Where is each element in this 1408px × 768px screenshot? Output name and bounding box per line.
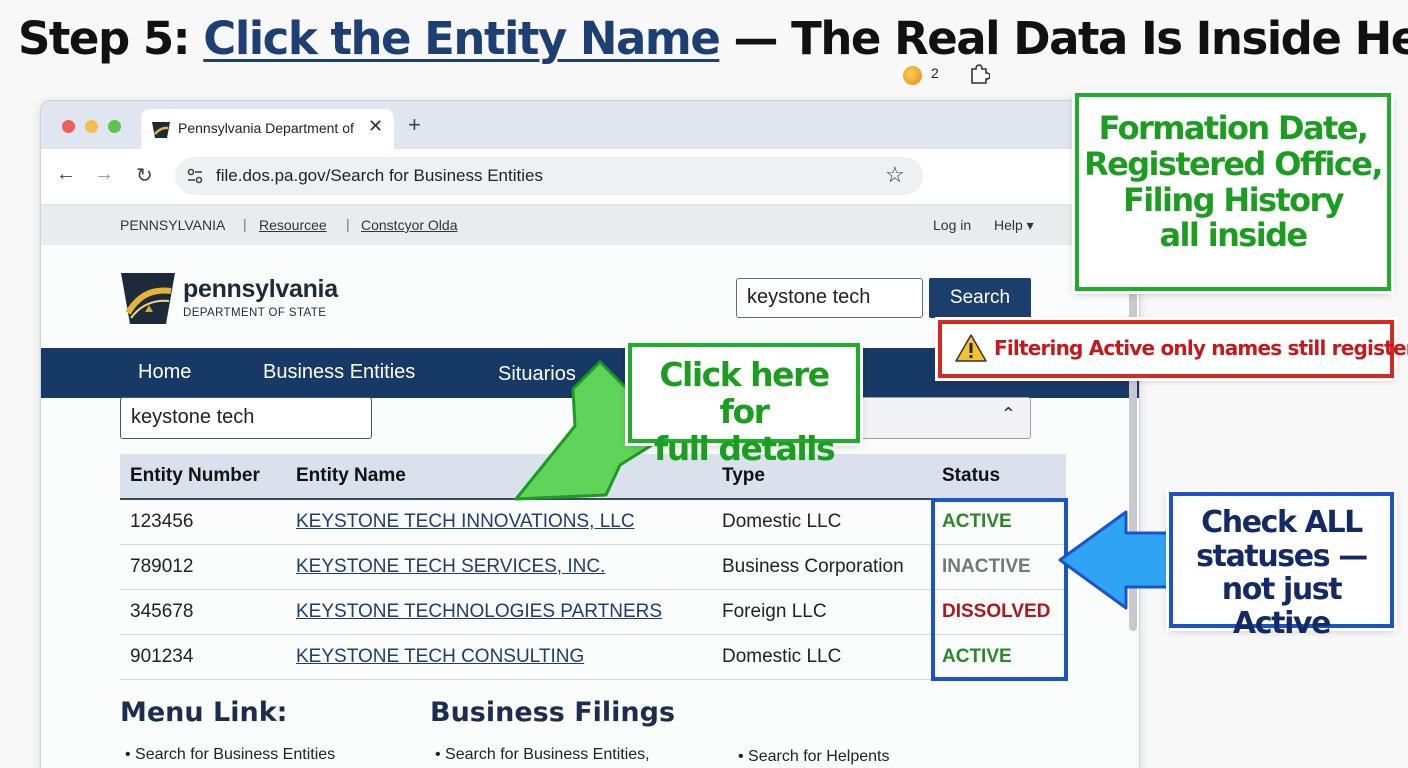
utility-link-resources[interactable]: Resourcee	[259, 217, 327, 233]
nav-item-situarios[interactable]: Situarios ⌄	[498, 361, 598, 386]
entity-name-cell: KEYSTONE TECH CONSULTING	[286, 634, 712, 680]
tab-pennsylvania[interactable]: Pennsylvania Department of State ✕	[141, 109, 394, 149]
chevron-up-icon: ⌃	[1000, 404, 1016, 424]
callout-line: Registered Office,	[1084, 144, 1383, 183]
nav-item-business-entities[interactable]: Business Entities	[263, 361, 415, 384]
menu-link-heading: Menu Link:	[120, 697, 288, 728]
entity-number-cell: 789012	[120, 544, 286, 590]
entity-number-cell: 123456	[120, 499, 286, 545]
search-button[interactable]: Search	[929, 278, 1031, 318]
callout-line: full details	[653, 428, 836, 468]
callout-line: not just Active	[1221, 572, 1343, 641]
back-icon[interactable]: ←	[56, 163, 76, 186]
headline-link-text: Click the Entity Name	[203, 12, 721, 65]
entity-name-cell: KEYSTONE TECHNOLOGIES PARTNERS	[286, 589, 712, 635]
bookmark-star-icon[interactable]: ☆	[885, 162, 905, 188]
help-menu[interactable]: Help ▾	[994, 217, 1034, 234]
entity-number-cell: 345678	[120, 589, 286, 635]
callout-line: Formation Date,	[1098, 109, 1369, 147]
entity-name-link[interactable]: KEYSTONE TECHNOLOGIES PARTNERS	[296, 601, 662, 622]
column-header-entity-number[interactable]: Entity Number	[120, 454, 286, 500]
login-link[interactable]: Log in	[933, 217, 971, 233]
entity-name-link[interactable]: KEYSTONE TECH CONSULTING	[296, 646, 584, 667]
close-tab-icon[interactable]: ✕	[368, 116, 383, 137]
entity-type-cell: Domestic LLC	[712, 499, 932, 545]
entity-number-cell: 901234	[120, 634, 286, 680]
keystone-favicon-icon	[152, 122, 170, 138]
warning-callout: Filtering Active only names still regist…	[938, 320, 1408, 378]
puzzle-extensions-icon[interactable]	[968, 63, 990, 85]
filter-select[interactable]: ⌃	[856, 397, 1031, 439]
business-filings-heading: Business Filings	[430, 697, 676, 728]
entity-name-cell: KEYSTONE TECH INNOVATIONS, LLC	[286, 499, 712, 545]
utility-link-contact[interactable]: Constcyor Olda	[361, 217, 457, 233]
headline: Step 5: Click the Entity Name — The Real…	[18, 12, 1408, 65]
table-row: 789012 KEYSTONE TECH SERVICES, INC. Busi…	[120, 544, 1066, 590]
results-table: Entity Number Entity Name Type Status 12…	[120, 454, 1066, 680]
entity-type-cell: Domestic LLC	[712, 634, 932, 680]
warning-icon	[955, 334, 987, 362]
extension-count-badge: 2	[931, 65, 939, 81]
maximize-window-dot[interactable]	[108, 120, 121, 133]
utility-bar: PENNSYLVANIA | Resourcee | Constcyor Old…	[41, 205, 1139, 245]
filter-input[interactable]: keystone tech	[120, 397, 372, 439]
utility-state: PENNSYLVANIA	[120, 217, 226, 233]
click-here-callout: Click here for full details	[628, 343, 860, 467]
headline-suffix: — The Real Data Is Inside Here	[719, 12, 1408, 65]
pennsylvania-keystone-logo-icon	[121, 273, 175, 324]
entity-name-cell: KEYSTONE TECH SERVICES, INC.	[286, 544, 712, 590]
table-row: 901234 KEYSTONE TECH CONSULTING Domestic…	[120, 634, 1066, 680]
coin-extension-icon[interactable]	[903, 66, 922, 85]
tab-title: Pennsylvania Department of State	[178, 120, 358, 136]
headline-prefix: Step 5:	[18, 12, 204, 65]
forward-icon[interactable]: →	[94, 163, 114, 186]
entity-type-cell: Business Corporation	[712, 544, 932, 590]
entity-name-link[interactable]: KEYSTONE TECH INNOVATIONS, LLC	[296, 511, 635, 532]
callout-line: all inside	[1159, 216, 1308, 255]
warning-text: Filtering Active only names still regist…	[994, 336, 1408, 360]
address-bar[interactable]: file.dos.pa.gov/Search for Business Enti…	[175, 157, 923, 195]
table-row: 123456 KEYSTONE TECH INNOVATIONS, LLC Do…	[120, 499, 1066, 545]
table-row: 345678 KEYSTONE TECHNOLOGIES PARTNERS Fo…	[120, 589, 1066, 635]
utility-separator: |	[346, 216, 350, 232]
menu-link-item[interactable]: • Search for Business Entities	[125, 746, 335, 764]
status-highlight-frame	[931, 498, 1068, 681]
header-search-input[interactable]: keystone tech	[736, 278, 923, 318]
url-text: file.dos.pa.gov/Search for Business Enti…	[216, 166, 543, 185]
column-header-status[interactable]: Status	[932, 454, 1066, 500]
utility-separator: |	[243, 216, 247, 232]
browser-toolbar: ← → ↻ file.dos.pa.gov/Search for Busines…	[41, 149, 1139, 205]
reload-icon[interactable]: ↻	[136, 163, 153, 188]
nav-item-home[interactable]: Home	[138, 361, 191, 384]
new-tab-icon[interactable]: +	[408, 112, 421, 138]
callout-line: Click here for	[659, 355, 830, 431]
callout-line: Check ALL	[1201, 505, 1363, 540]
table-header-row: Entity Number Entity Name Type Status	[120, 454, 1066, 500]
callout-line: Filing History	[1123, 180, 1345, 219]
check-statuses-callout: Check ALL statuses — not just Active	[1169, 492, 1394, 640]
logo-name: pennsylvania	[183, 275, 338, 303]
callout-line: statuses —	[1196, 538, 1368, 574]
logo-subtitle: DEPARTMENT OF STATE	[183, 307, 327, 319]
site-settings-icon[interactable]	[185, 166, 205, 186]
filings-link-item[interactable]: • Search for Business Entities,	[435, 746, 650, 764]
entity-name-link[interactable]: KEYSTONE TECH SERVICES, INC.	[296, 556, 605, 577]
details-callout: Formation Date, Registered Office, Filin…	[1075, 93, 1391, 291]
minimize-window-dot[interactable]	[85, 120, 98, 133]
helpents-link-item[interactable]: • Search for Helpents	[738, 748, 889, 766]
entity-type-cell: Foreign LLC	[712, 589, 932, 635]
close-window-dot[interactable]	[62, 120, 75, 133]
tab-strip: Pennsylvania Department of State ✕ +	[41, 101, 1139, 149]
